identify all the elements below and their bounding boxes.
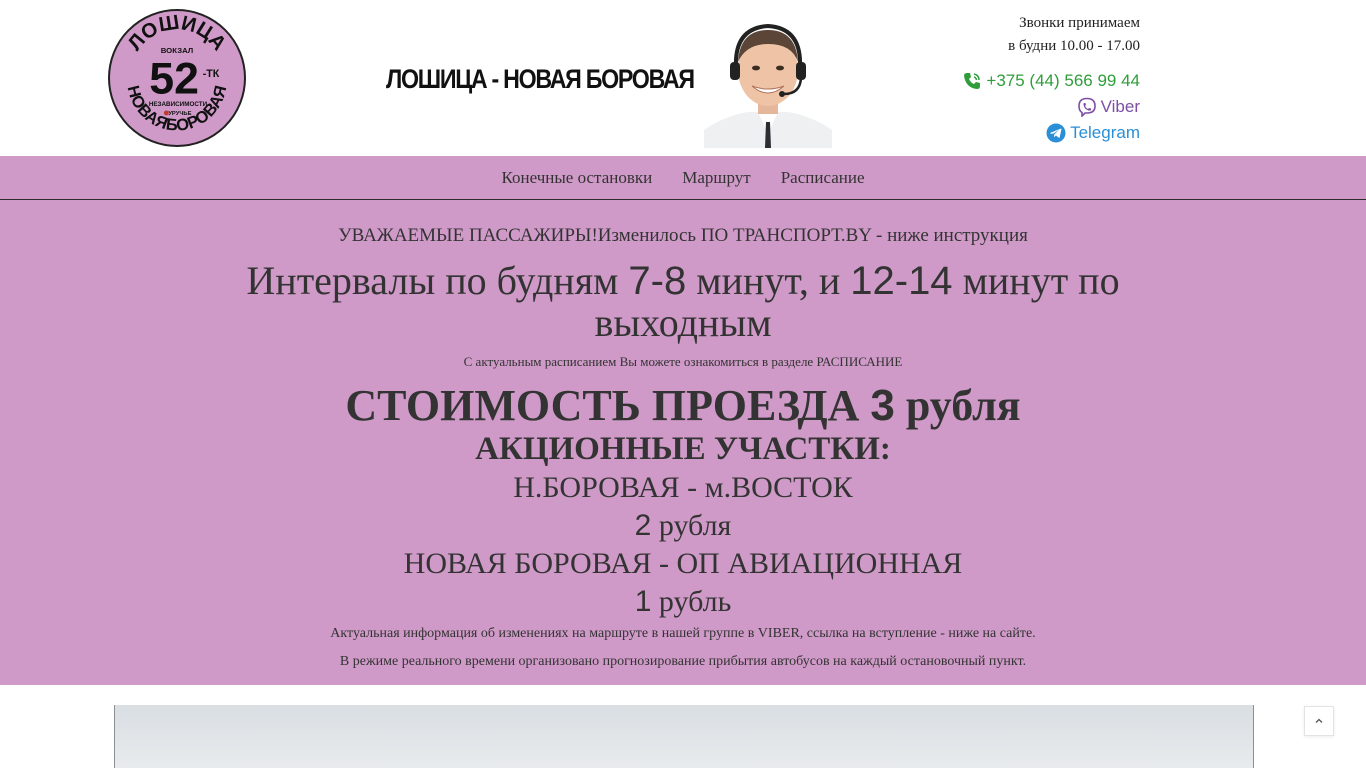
call-hours-line2: в будни 10.00 - 17.00 (1008, 38, 1140, 54)
contacts-block: Звонки принимаем в будни 10.00 - 17.00 +… (962, 12, 1140, 146)
logo-small-text-1: ВОКЗАЛ (161, 46, 193, 55)
call-hours: Звонки принимаем в будни 10.00 - 17.00 (962, 12, 1140, 58)
promo-sections-title: АКЦИОННЫЕ УЧАСТКИ: (475, 431, 891, 467)
promo-segment-2-value: 1 (634, 585, 652, 618)
route-logo-graphic: ЛОШИЦА ВОКЗАЛ 52 -ТК НЕЗАВИСИМОСТИ УРУЧЬ… (124, 12, 231, 135)
telegram-icon (1046, 123, 1066, 143)
promo-segment-2-unit: рубль (651, 585, 732, 618)
logo-small-text-2: НЕЗАВИСИМОСТИ (149, 101, 208, 108)
main-nav: Конечные остановки Маршрут Расписание (0, 156, 1366, 200)
promo-segment-1: Н.БОРОВАЯ - м.ВОСТОК (513, 471, 853, 504)
intervals-weekday-value: 7-8 (628, 259, 687, 303)
operator-photo (704, 18, 832, 148)
nav-item-route[interactable]: Маршрут (682, 168, 750, 188)
site-header: ЛОШИЦА ВОКЗАЛ 52 -ТК НЕЗАВИСИМОСТИ УРУЧЬ… (0, 0, 1366, 156)
intervals-text-a: Интервалы по будням (246, 258, 629, 303)
intervals-text-b: минут, и (686, 258, 851, 303)
viber-group-info: Актуальная информация об изменениях на м… (330, 626, 1036, 641)
route-title: ЛОШИЦА - НОВАЯ БОРОВАЯ (386, 64, 695, 94)
promo-segment-2-price: 1 рубль (0, 584, 1366, 620)
promo-segment-1-value: 2 (634, 509, 652, 542)
telegram-link[interactable]: Telegram (962, 120, 1140, 146)
intervals-weekend-value: 12-14 (850, 259, 953, 303)
viber-label: Viber (1100, 97, 1140, 116)
telegram-label: Telegram (1070, 123, 1140, 142)
logo-route-number: 52 (149, 55, 199, 104)
realtime-forecast-info: В режиме реального времени организовано … (339, 654, 1027, 669)
phone-link[interactable]: +375 (44) 566 99 44 (962, 68, 1140, 94)
passenger-notice: УВАЖАЕМЫЕ ПАССАЖИРЫ!Изменилось ПО ТРАНСП… (338, 225, 1028, 246)
chevron-up-icon (1315, 718, 1323, 723)
promo-segment-1-unit: рубля (651, 509, 732, 542)
phone-number: +375 (44) 566 99 44 (986, 71, 1140, 90)
phone-icon (964, 73, 981, 89)
call-hours-line1: Звонки принимаем (1019, 15, 1140, 31)
nav-item-terminal-stops[interactable]: Конечные остановки (502, 168, 653, 188)
promo-segment-2: НОВАЯ БОРОВАЯ - ОП АВИАЦИОННАЯ (403, 547, 963, 580)
fare-value: 3 (870, 381, 895, 430)
promo-segment-1-price: 2 рубля (0, 508, 1366, 544)
hero-image (114, 705, 1254, 768)
viber-icon (1077, 97, 1096, 117)
fare-heading: СТОИМОСТЬ ПРОЕЗДА 3 рубля (0, 380, 1366, 432)
schedule-note: С актуальным расписанием Вы можете ознак… (463, 354, 903, 369)
intervals-heading: Интервалы по будням 7-8 минут, и 12-14 м… (180, 260, 1186, 344)
fare-text-a: СТОИМОСТЬ ПРОЕЗДА (345, 381, 871, 430)
viber-link[interactable]: Viber (962, 94, 1140, 120)
nav-item-schedule[interactable]: Расписание (781, 168, 865, 188)
announcement-section: УВАЖАЕМЫЕ ПАССАЖИРЫ!Изменилось ПО ТРАНСП… (0, 200, 1366, 685)
scroll-to-top-button[interactable] (1304, 706, 1334, 736)
logo-route-suffix: -ТК (203, 68, 220, 80)
operator-illustration (704, 18, 832, 148)
fare-text-b: рубля (894, 381, 1021, 430)
route-logo[interactable]: ЛОШИЦА ВОКЗАЛ 52 -ТК НЕЗАВИСИМОСТИ УРУЧЬ… (108, 9, 246, 147)
